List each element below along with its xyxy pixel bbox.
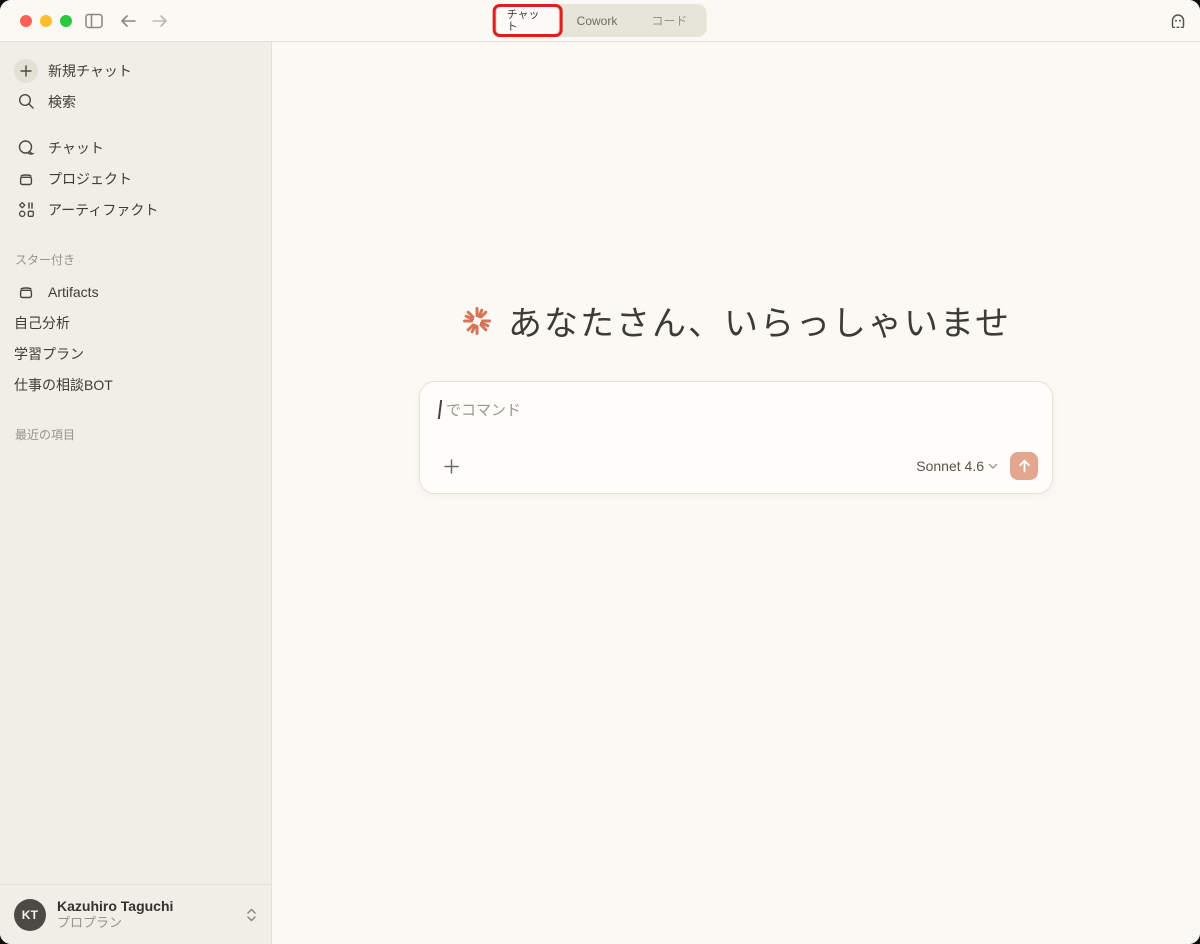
sidebar-toggle-icon[interactable] (84, 11, 104, 31)
starred-item[interactable]: 仕事の相談BOT (14, 369, 257, 400)
box-icon (14, 280, 38, 304)
message-composer[interactable]: でコマンド Sonnet 4.6 (419, 381, 1053, 494)
new-chat-label: 新規チャット (48, 62, 132, 79)
search-label: 検索 (48, 93, 76, 110)
minimize-window-button[interactable] (40, 15, 52, 27)
new-chat-button[interactable]: 新規チャット (14, 55, 257, 86)
text-caret (437, 400, 443, 419)
sidebar: 新規チャット 検索 チャット プロジェクト アーティファクト スター付き Art… (0, 42, 272, 944)
main-content: あなたさん、いらっしゃいませ でコマンド Sonnet 4.6 (272, 42, 1200, 944)
sidebar-item-artifacts[interactable]: アーティファクト (14, 194, 257, 225)
send-button[interactable] (1010, 452, 1038, 480)
greeting: あなたさん、いらっしゃいませ (272, 296, 1200, 345)
back-arrow-icon[interactable] (118, 11, 138, 31)
forward-arrow-icon[interactable] (150, 11, 170, 31)
recents-section-header: 最近の項目 (15, 428, 76, 442)
plus-circle-icon (14, 58, 38, 83)
chevron-up-down-icon (246, 907, 257, 923)
tab-chat[interactable]: チャット (495, 6, 560, 35)
workspace-tab-bar: チャット Cowork コード (492, 4, 707, 37)
search-icon (14, 90, 38, 114)
avatar: KT (14, 898, 46, 931)
model-selector[interactable]: Sonnet 4.6 (916, 458, 998, 474)
chevron-down-icon (988, 463, 998, 470)
model-name: Sonnet 4.6 (916, 458, 984, 474)
starred-item-label: Artifacts (48, 283, 99, 300)
title-bar: チャット Cowork コード (0, 0, 1200, 42)
starred-item[interactable]: 学習プラン (14, 338, 257, 369)
sidebar-item-label: アーティファクト (48, 201, 159, 218)
sidebar-item-projects[interactable]: プロジェクト (14, 163, 257, 194)
user-menu[interactable]: KT Kazuhiro Taguchi プロプラン (0, 884, 271, 944)
arrow-up-icon (1018, 459, 1030, 473)
incognito-ghost-icon[interactable] (1168, 11, 1188, 31)
user-name: Kazuhiro Taguchi (57, 897, 174, 914)
zoom-window-button[interactable] (60, 15, 72, 27)
search-button[interactable]: 検索 (14, 86, 257, 117)
sidebar-item-chats[interactable]: チャット (14, 132, 257, 163)
user-plan: プロプラン (57, 915, 123, 931)
starred-item-artifacts[interactable]: Artifacts (14, 276, 257, 307)
starred-section-header: スター付き (15, 253, 76, 267)
shapes-icon (14, 198, 38, 222)
sidebar-item-label: チャット (48, 139, 104, 156)
app-window: チャット Cowork コード 新規チャット 検索 チャット プロジェクト アー… (0, 0, 1200, 944)
tab-cowork[interactable]: Cowork (560, 6, 635, 35)
chat-bubble-icon (14, 136, 38, 160)
tab-code[interactable]: コード (634, 6, 704, 35)
attach-plus-button[interactable] (439, 454, 463, 478)
box-icon (14, 167, 38, 191)
starred-item-label: 自己分析 (14, 314, 70, 331)
composer-placeholder: でコマンド (446, 402, 522, 419)
starred-item-label: 学習プラン (14, 345, 84, 362)
window-controls (20, 15, 72, 27)
claude-starburst-icon (461, 305, 493, 337)
greeting-text: あなたさん、いらっしゃいませ (508, 304, 1011, 344)
close-window-button[interactable] (20, 15, 32, 27)
starred-item[interactable]: 自己分析 (14, 307, 257, 338)
starred-item-label: 仕事の相談BOT (14, 376, 113, 393)
sidebar-item-label: プロジェクト (48, 170, 132, 187)
